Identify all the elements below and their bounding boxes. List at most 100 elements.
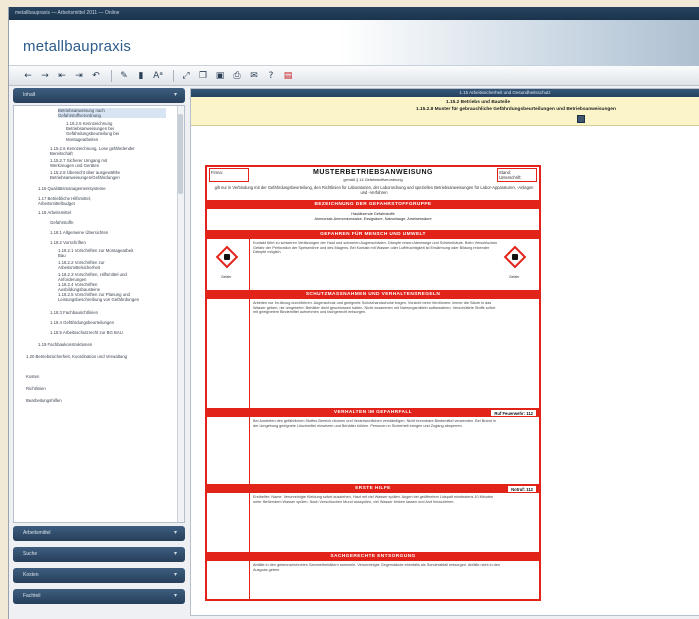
operating-instruction-sheet: Firma: MUSTERBETRIEBSANWEISUNG gemäß § 1… [205,165,541,601]
signal-word: Gefahr [221,275,232,279]
panel-label: Inhalt [23,92,36,98]
chevron-down-icon: ▾ [173,572,177,578]
corrosive-hazard-icon [215,245,239,269]
return-icon[interactable]: ↶ [89,69,103,83]
column-divider [249,239,250,290]
tree-item[interactable]: Kosten [26,374,134,379]
section-band: BEZEICHNUNG DER GEFAHRSTOFFGRUPPE [207,201,539,209]
column-divider [249,417,250,484]
brand-logo: metallbaupraxis [23,38,132,55]
tree-item[interactable]: Betriebsanweisung nach Gefahrstoffverord… [58,108,166,119]
section-title: BEZEICHNUNG DER GEFAHRSTOFFGRUPPE [314,202,432,207]
section-band: SCHUTZMASSNAHMEN UND VERHALTENSREGELN [207,291,539,299]
tree-scrollbar[interactable] [177,106,184,522]
copy-icon[interactable]: ❐ [196,69,210,83]
status-field: Stand: Unterschrift: [497,168,537,182]
tree-item[interactable]: 1.18.2 Vorschriften [50,240,158,245]
section-body: Ersthelfer: Name. Verunreinigte Kleidung… [207,493,539,553]
chevron-down-icon: ▾ [173,593,177,599]
section-band: GEFAHREN FÜR MENSCH UND UMWELT [207,231,539,239]
document-section-header: 1.15 Arbeitssicherheit und Gesundheitssc… [191,89,699,97]
navigation-tree: Betriebsanweisung nach Gefahrstoffverord… [13,105,185,523]
tree-item[interactable]: 1.18.2.5 Vorschriften zur Planung und Le… [58,292,166,302]
column-icon[interactable]: ▮ [134,69,148,83]
tree-item[interactable]: 1.15.2.8 Übersicht über ausgewählte Betr… [50,170,158,180]
section-text: Arbeiten nur im Abzug durchführen. Augen… [253,301,496,315]
panel-header[interactable]: Kosten ▾ [13,568,185,583]
panel-label: Arbeitsmittel [23,530,51,536]
section-text: Bei Austreten des gefährlichen Stoffes B… [253,419,496,428]
tree-item[interactable]: 1.17 Betriebliche Hilfsmittel, Arbeitsmi… [38,196,146,206]
document-icon[interactable] [577,115,585,123]
toolbar: ← → ⇤ ⇥ ↶ ✎ ▮ Aᵃ ⤢ ❐ ▣ ⎙ ✉ ? ▤ [9,66,699,86]
tree-item[interactable]: 1.15.2.5 Kennzeichnung Betriebsanweisung… [66,121,174,142]
help-icon[interactable]: ? [264,69,278,83]
document-heading: 1.15.2.8 Muster für gebrauchliche Gefähr… [416,107,616,112]
toolbar-separator [111,69,112,82]
chevron-down-icon: ▾ [173,92,177,98]
panel-label: Kosten [23,572,39,578]
section-title: GEFAHREN FÜR MENSCH UND UMWELT [320,232,426,237]
tree-item[interactable]: Richtlinien [26,386,134,391]
tree-item[interactable]: Bearbeitungshilfen [26,398,134,403]
chevron-down-icon: ▾ [173,530,177,536]
tree-item[interactable]: 1.15.2.7 Sicherer Umgang mit Werkzeugen … [50,158,158,168]
toolbar-separator [173,69,174,82]
tree-item[interactable]: 1.18.4 Gefährdungsbeurteilungen [50,320,158,325]
section-band: ERSTE HILFE Notruf: 112 [207,485,539,493]
tree-item[interactable]: 1.18.2.3 Vorschriften, Hilfsmittel und A… [58,272,166,282]
tree-item[interactable]: 1.18 Arbeitsmittel [38,210,146,215]
tree-item[interactable]: 1.19 Fachbaukonstruktionen [38,342,146,347]
arrow-right-icon[interactable]: → [38,69,52,83]
panel-header[interactable]: Fachteil ▾ [13,589,185,604]
scrollbar-thumb[interactable] [178,114,183,194]
section-body: Arbeiten nur im Abzug durchführen. Augen… [207,299,539,409]
window-titlebar: metallbaupraxis — Arbeitsmittel 2011 — O… [9,7,699,20]
pen-icon[interactable]: ✎ [117,69,131,83]
panel-header[interactable]: Arbeitsmittel ▾ [13,526,185,541]
section-body: Kontakt führt zu schweren Verätzungen de… [207,239,539,291]
panel-label: Fachteil [23,593,41,599]
emergency-number: Ruf Feuerwehr: 112 [490,409,537,417]
section-band: VERHALTEN IM GEFAHRFALL Ruf Feuerwehr: 11… [207,409,539,417]
tree-item[interactable]: 1.18.2.1 Vorschriften zur Montagearbeit … [58,248,166,258]
arrow-left-icon[interactable]: ← [21,69,35,83]
arrow-down-icon[interactable]: ⇥ [72,69,86,83]
tree-item[interactable]: 1.15.2.6 Kennzeichnung, Lose gefährdende… [50,146,158,156]
emergency-number: Notruf: 112 [507,485,537,493]
expand-icon[interactable]: ⤢ [179,69,193,83]
section-text: Abfälle in den gekennzeichneten Sammelbe… [253,563,500,572]
section-body: Abfälle in den gekennzeichneten Sammelbe… [207,561,539,601]
arrow-up-icon[interactable]: ⇤ [55,69,69,83]
section-text: Ersthelfer: Name. Verunreinigte Kleidung… [253,495,494,504]
section-title: VERHALTEN IM GEFAHRFALL [333,410,413,415]
app-header: metallbaupraxis [9,20,699,66]
header-decoration [339,20,699,66]
tree-item[interactable]: 1.18.3 Fachbaurichtlinien [50,310,158,315]
section-body: Bei Austreten des gefährlichen Stoffes B… [207,417,539,485]
tree-item[interactable]: 1.16 Qualitätsmanagementsysteme [38,186,146,191]
sheet-sections: BEZEICHNUNG DER GEFAHRSTOFFGRUPPE Hautätz… [207,201,539,601]
print-icon[interactable]: ⎙ [230,69,244,83]
mail-icon[interactable]: ✉ [247,69,261,83]
tree-item[interactable]: Gefahrstoffe [50,220,158,225]
section-title: SCHUTZMASSNAHMEN UND VERHALTENSREGELN [305,292,441,297]
tree-item[interactable]: 1.18.2.4 Vorschriften Ausbildungsbaustei… [58,282,166,292]
pdf-icon[interactable]: ▤ [281,69,295,83]
sheet-subtitle: gemäß § 14 Gefahrstoffverordnung [343,178,403,182]
panel-label: Suche [23,551,38,557]
tree-item[interactable]: 1.20 Betriebssicherheit, Koordination un… [26,354,134,359]
document-subtitle: 1.15.2 Betriebs und Bauteile [446,100,510,105]
text-size-icon[interactable]: Aᵃ [151,69,165,83]
panel-header[interactable]: Suche ▾ [13,547,185,562]
panel-header-inhalt[interactable]: Inhalt ▾ [13,88,185,103]
sheet-intro: gilt nur in Verbindung mit der Gefährdun… [214,185,534,195]
tree-item[interactable]: 1.18.1 Allgemeine Übersichten [50,230,158,235]
corrosive-hazard-icon [503,245,527,269]
section-title: SACHGERECHTE ENTSORGUNG [330,554,416,559]
save-icon[interactable]: ▣ [213,69,227,83]
column-divider [249,299,250,408]
tree-item[interactable]: 1.18.5 Arbeitsschutzrecht zur BG BAU [50,330,158,335]
section-body: Hautätzende Gefahrstoffe Ammoniak-Ammoni… [207,209,539,231]
tree-item[interactable]: 1.18.2.2 Vorschriften zur Arbeitsmittels… [58,260,166,270]
